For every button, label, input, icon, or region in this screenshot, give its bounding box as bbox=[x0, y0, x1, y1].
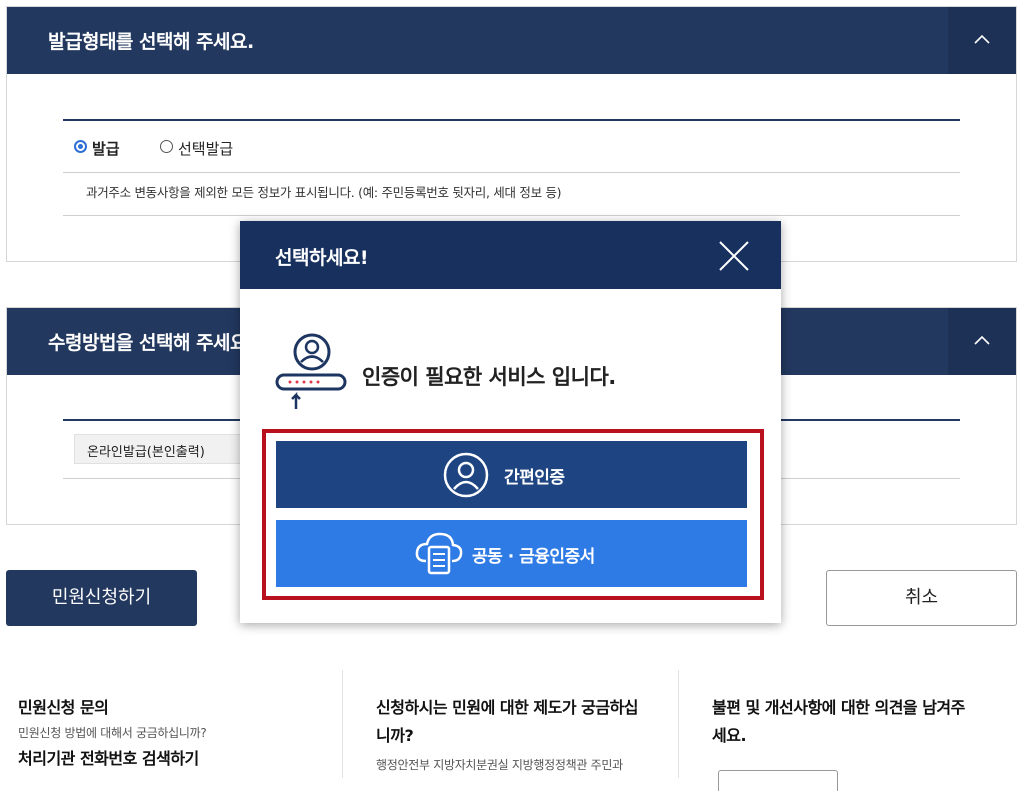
certificate-auth-button[interactable]: 공동 · 금융인증서 bbox=[276, 520, 747, 587]
footer-feedback-title-cont: 세요. bbox=[712, 726, 747, 745]
footer-divider bbox=[342, 670, 343, 778]
auth-required-message: 인증이 필요한 서비스 입니다. bbox=[362, 365, 616, 389]
certificate-auth-label: 공동 · 금융인증서 bbox=[472, 547, 595, 567]
simple-auth-button[interactable]: 간편인증 bbox=[276, 441, 747, 508]
close-icon[interactable] bbox=[717, 239, 751, 273]
issue-type-title: 발급형태를 선택해 주세요. bbox=[48, 31, 254, 53]
simple-auth-label: 간편인증 bbox=[504, 468, 565, 488]
cancel-button[interactable]: 취소 bbox=[826, 570, 1017, 626]
footer-system-title: 신청하시는 민원에 대한 제도가 궁금하십 bbox=[376, 698, 639, 717]
radio-selective-issue-label[interactable]: 선택발급 bbox=[178, 138, 233, 159]
radio-selective-issue[interactable] bbox=[160, 140, 173, 153]
phone-search-link[interactable]: 처리기관 전화번호 검색하기 bbox=[18, 745, 318, 773]
footer-inquiry: 민원신청 문의 민원신청 방법에 대해서 궁금하십니까? 처리기관 전화번호 검… bbox=[18, 670, 318, 778]
feedback-button[interactable] bbox=[718, 770, 838, 791]
footer-inquiry-title: 민원신청 문의 bbox=[18, 698, 109, 717]
radio-issue[interactable] bbox=[74, 140, 87, 153]
section-rule bbox=[63, 119, 960, 121]
chevron-up-icon bbox=[974, 335, 990, 345]
receive-method-collapse-button[interactable] bbox=[948, 308, 1016, 375]
footer-divider bbox=[678, 670, 679, 778]
auth-modal-title: 선택하세요! bbox=[275, 247, 369, 269]
auth-modal: 선택하세요! 인증이 필요한 서비스 입니다. 간편인증 공동 · 금융인증서 bbox=[240, 221, 781, 623]
receive-method-select[interactable]: 온라인발급(본인출력) bbox=[74, 434, 244, 464]
user-verification-icon bbox=[275, 333, 347, 409]
cloud-certificate-icon bbox=[415, 532, 463, 575]
footer-system-sub: 행정안전부 지방자치분권실 지방행정정책관 주민과 bbox=[376, 758, 623, 772]
footer-system-info: 신청하시는 민원에 대한 제도가 궁금하십 니까? 행정안전부 지방자치분권실 … bbox=[376, 670, 666, 778]
chevron-up-icon bbox=[974, 34, 990, 44]
row-divider bbox=[63, 215, 960, 216]
receive-method-title: 수령방법을 선택해 주세요. bbox=[48, 332, 254, 354]
user-circle-icon bbox=[443, 452, 489, 498]
footer-inquiry-sub: 민원신청 방법에 대해서 궁금하십니까? bbox=[18, 726, 207, 740]
footer-system-title-cont: 니까? bbox=[376, 726, 414, 745]
radio-issue-label[interactable]: 발급 bbox=[92, 138, 120, 159]
issue-note: 과거주소 변동사항을 제외한 모든 정보가 표시됩니다. (예: 주민등록번호 … bbox=[86, 185, 562, 200]
footer-feedback: 불편 및 개선사항에 대한 의견을 남겨주 세요. bbox=[712, 670, 1002, 791]
auth-modal-header: 선택하세요! bbox=[240, 221, 781, 289]
issue-type-header: 발급형태를 선택해 주세요. bbox=[7, 7, 1016, 74]
issue-type-collapse-button[interactable] bbox=[948, 7, 1016, 74]
row-divider bbox=[63, 172, 960, 173]
footer-feedback-title: 불편 및 개선사항에 대한 의견을 남겨주 bbox=[712, 698, 965, 717]
apply-button[interactable]: 민원신청하기 bbox=[6, 570, 197, 626]
